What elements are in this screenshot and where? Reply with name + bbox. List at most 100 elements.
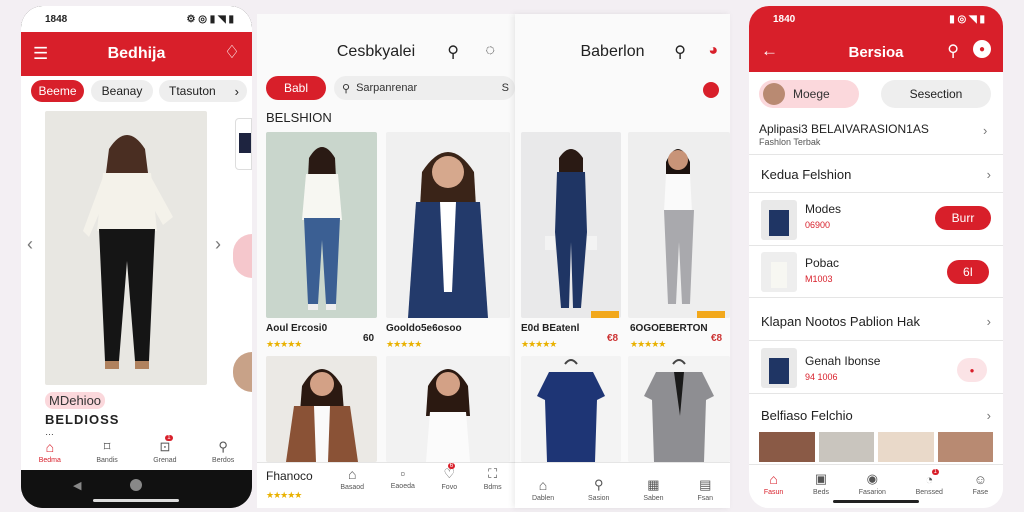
product-image-1[interactable]: [521, 132, 621, 318]
model-figure: [83, 135, 173, 369]
nav-label: Sasion: [588, 495, 610, 502]
carousel-next-icon[interactable]: ›: [215, 234, 221, 255]
nav-profile[interactable]: ☺ Fase: [973, 472, 989, 496]
home-button[interactable]: [130, 479, 142, 491]
product-image-2[interactable]: [386, 132, 510, 318]
section-row-2[interactable]: Klapan Nootos Pablion Hak ›: [749, 304, 1003, 338]
nav-home[interactable]: ⌂ Dablen: [532, 477, 554, 502]
thumb[interactable]: [759, 432, 815, 462]
thumb[interactable]: [878, 432, 934, 462]
notification-icon[interactable]: ◕: [708, 42, 718, 60]
price-tag-2: [697, 311, 725, 318]
app-bar: Baberlon ⚲ ◕: [515, 34, 730, 70]
section-title: BELSHION: [266, 110, 332, 125]
item-thumbnail: [761, 252, 797, 292]
product-image-3[interactable]: [266, 356, 377, 462]
wishlist-button[interactable]: ●: [957, 358, 987, 382]
page-title: Cesbkyalei: [336, 43, 416, 60]
search-icon[interactable]: ⚲: [947, 41, 959, 61]
category-chip[interactable]: Babl: [266, 76, 326, 100]
nav-label: Basaod: [340, 484, 365, 491]
nav-bag[interactable]: ▤ Fsan: [697, 477, 713, 502]
nav-shop[interactable]: ⌑ Bandis: [96, 439, 117, 464]
nav-categories[interactable]: ▣ Beds: [813, 471, 829, 496]
status-bar-content: 1848 ⚙ ◎ ▮ ◥ ▮: [21, 6, 252, 32]
tab-label: Moege: [793, 87, 830, 101]
chip-label: Beanay: [101, 84, 143, 98]
product-image-4[interactable]: [628, 356, 730, 462]
side-peek-thumb[interactable]: [235, 118, 252, 170]
gesture-bar[interactable]: [93, 499, 179, 502]
chevron-right-icon: ›: [986, 313, 991, 329]
item-2-rating: ★★★★★: [630, 339, 666, 349]
tab-active[interactable]: Moege: [759, 80, 859, 108]
status-icons: ▮ ◎ ◥ ▮: [949, 13, 985, 25]
app-bar: ☰ Bedhija ♢: [21, 32, 252, 76]
back-icon[interactable]: ◀: [73, 479, 81, 492]
list-item[interactable]: Modes 06900 Burr: [749, 194, 1003, 246]
tab-other[interactable]: Sesection: [881, 80, 991, 108]
model-figure: [664, 149, 694, 304]
add-button[interactable]: 6I: [947, 260, 989, 284]
search-icon: ⚲: [342, 82, 351, 95]
product-image-4[interactable]: [386, 356, 510, 462]
thumb[interactable]: [818, 432, 874, 462]
list-item[interactable]: Pobac M1003 6I: [749, 246, 1003, 298]
chevron-right-icon[interactable]: ›: [235, 84, 239, 99]
nav-store[interactable]: ▦ Saben: [643, 477, 663, 502]
product-image-1[interactable]: [266, 132, 377, 318]
nav-favorites[interactable]: ♡ 6 Fovo: [442, 463, 457, 491]
button-label: 6I: [962, 265, 973, 279]
nav-cart[interactable]: ⛶ Bdms: [484, 466, 502, 491]
chip-2[interactable]: Beanay: [91, 80, 153, 102]
nav-label: Beds: [813, 489, 829, 496]
nav-saved[interactable]: ⊡ 1 Grenad: [153, 435, 177, 464]
item-1-name: E0d BEatenl: [521, 323, 580, 334]
search-icon[interactable]: ⚲: [447, 42, 459, 62]
bag-icon: ▤: [699, 477, 712, 492]
nav-orders[interactable]: ▫ Eaoeda: [391, 466, 415, 491]
chevron-right-icon[interactable]: ›: [983, 123, 987, 138]
thumb[interactable]: [937, 432, 993, 462]
grid-icon: ▣: [814, 471, 828, 486]
search-icon: ⚲: [218, 439, 228, 454]
nav-search[interactable]: ⚲ Sasion: [588, 477, 609, 502]
nav-home[interactable]: ⌂ Basaod: [340, 466, 364, 491]
item-2-price: €8: [711, 333, 723, 344]
search-icon[interactable]: ⚲: [674, 42, 686, 62]
section-label: Kedua Felshion: [761, 166, 852, 182]
hero-product-image[interactable]: [45, 111, 207, 385]
back-arrow-icon[interactable]: ←: [761, 41, 778, 61]
chip-1[interactable]: Beeme: [31, 80, 84, 102]
menu-icon[interactable]: ☰: [33, 44, 48, 64]
nav-notifications[interactable]: ◔ 1 Benssed: [916, 469, 943, 496]
alert-dot[interactable]: [703, 82, 719, 98]
item-2-name: Gooldo5e6osoo: [386, 323, 462, 334]
nav-profile[interactable]: ⚲ Berdos: [212, 439, 234, 464]
gesture-bar[interactable]: [833, 500, 919, 503]
phone-screen-1: 1848 ⚙ ◎ ▮ ◥ ▮ ☰ Bedhija ♢ Beeme Beanay …: [21, 6, 252, 508]
buy-button[interactable]: Burr: [935, 206, 991, 230]
chip-3[interactable]: Ttasuton ›: [159, 80, 247, 102]
status-bar-content: 1840 ▮ ◎ ◥ ▮: [749, 6, 1003, 32]
nav-home[interactable]: ⌂ Bedma: [39, 439, 61, 464]
app-bar: ← Bersioa ⚲ ●: [749, 32, 1003, 72]
nav-label: Bandis: [96, 457, 118, 464]
product-image-3[interactable]: [521, 356, 621, 462]
product-image-2[interactable]: [628, 132, 730, 318]
model-figure: [545, 149, 597, 308]
search-bar[interactable]: ⚲ Sarpanrenar S: [334, 76, 515, 100]
nav-badge: 1: [165, 435, 173, 441]
item-2-name: 6OGOEBERTON: [630, 323, 708, 334]
item-name: Genah Ibonse: [805, 354, 881, 368]
nav-home[interactable]: ⌂ Fasun: [764, 471, 783, 496]
chat-icon[interactable]: ◌: [485, 42, 495, 60]
search-placeholder: Sarpanrenar: [356, 82, 418, 94]
list-item[interactable]: Genah Ibonse 94 1006 ●: [749, 344, 1003, 394]
carousel-prev-icon[interactable]: ‹: [27, 234, 33, 255]
nav-explore[interactable]: ◉ Fasarion: [859, 471, 886, 496]
profile-icon[interactable]: ●: [973, 40, 991, 58]
bell-icon[interactable]: ♢: [224, 42, 240, 63]
section-row-1[interactable]: Kedua Felshion ›: [749, 156, 1003, 192]
section-row-3[interactable]: Belfiaso Felchio ›: [749, 400, 1003, 430]
